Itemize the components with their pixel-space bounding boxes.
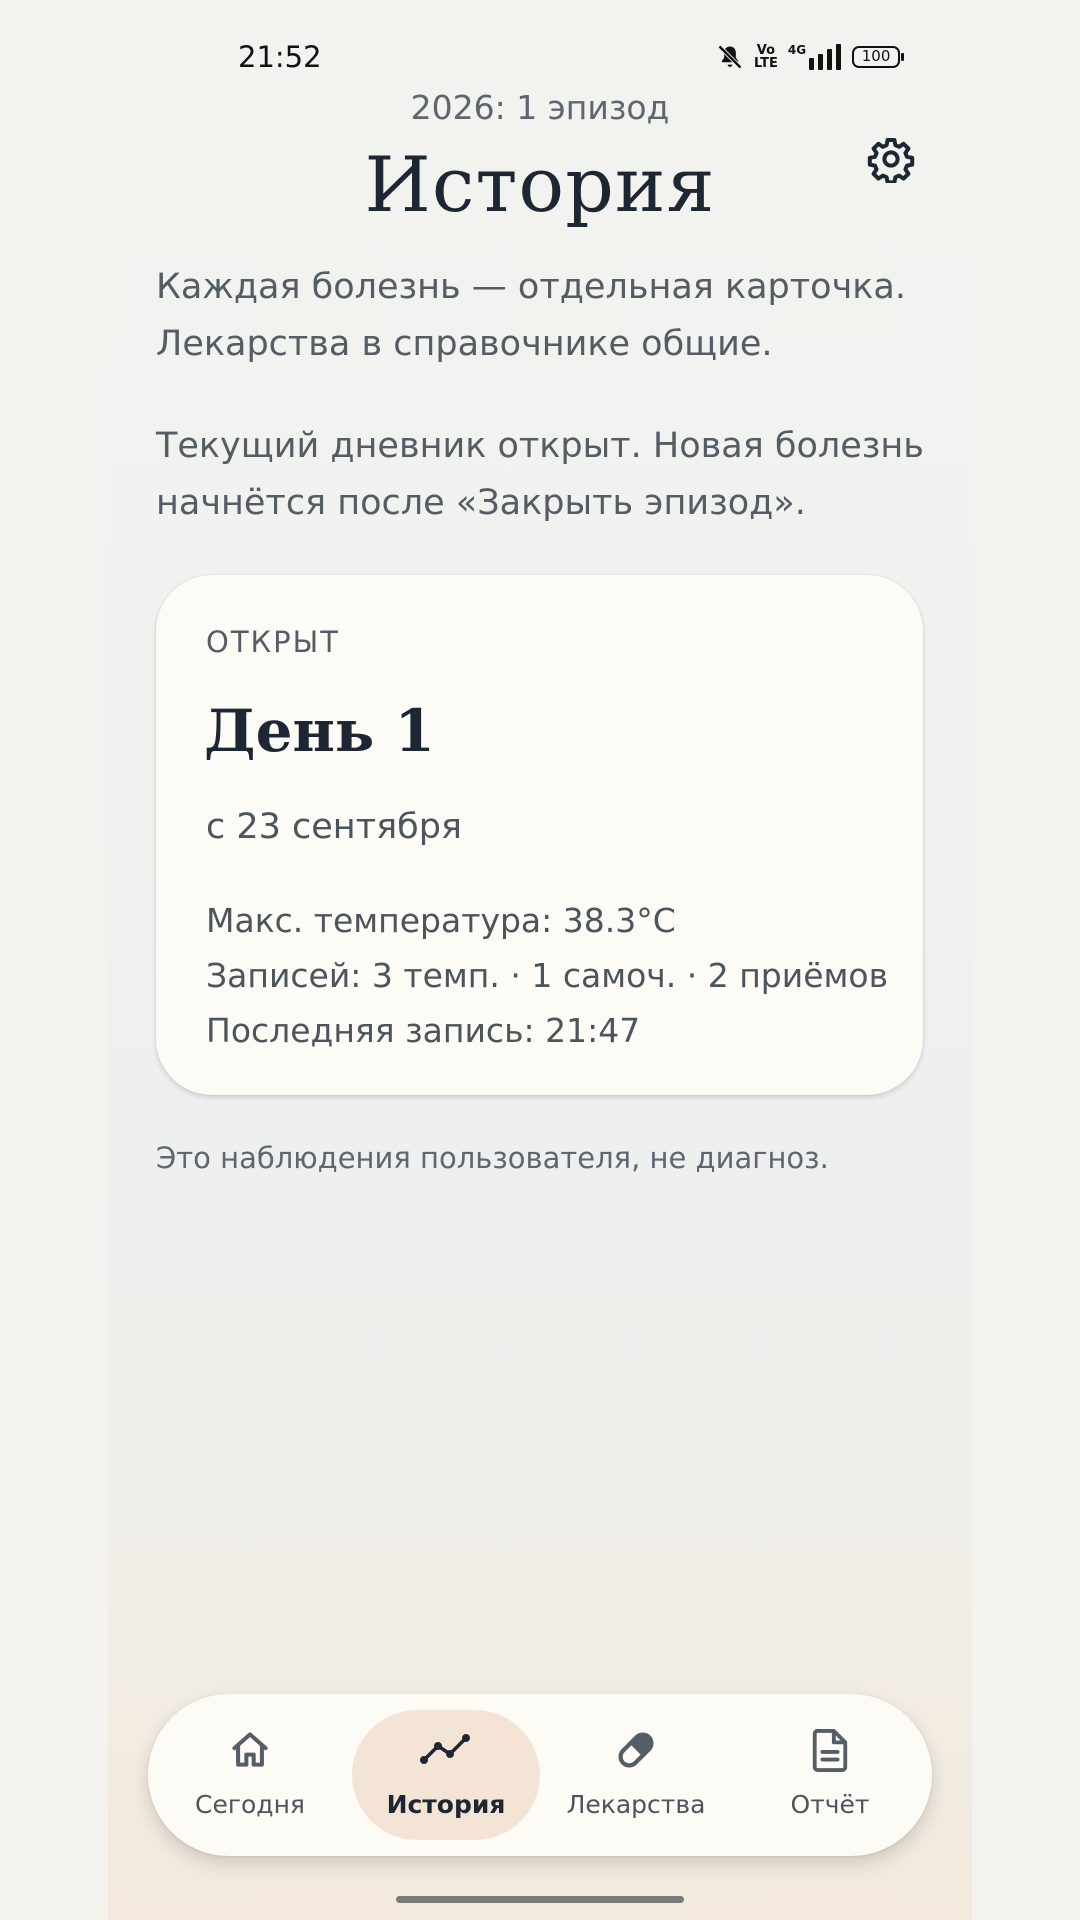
document-icon: [809, 1727, 851, 1777]
current-diary-note: Текущий дневник открыт. Новая болезнь на…: [156, 418, 936, 532]
status-icons: Vo LTE 4G 100: [716, 40, 905, 74]
home-icon: [228, 1728, 272, 1776]
trend-line-icon: [420, 1732, 472, 1772]
nav-label-history: История: [386, 1790, 506, 1819]
status-time: 21:52: [238, 40, 322, 74]
bottom-navigation: Сегодня История Лекарства Отчёт: [148, 1694, 932, 1856]
episode-title: День 1: [204, 697, 435, 765]
intro-line: Текущий дневник открыт. Новая болезнь: [156, 426, 924, 466]
pill-icon: [613, 1727, 659, 1777]
settings-button[interactable]: [864, 134, 918, 188]
intro-line: Каждая болезнь — отдельная карточка.: [156, 267, 906, 307]
home-indicator[interactable]: [396, 1896, 684, 1903]
episode-count: 2026: 1 эпизод: [410, 88, 670, 127]
nav-item-medications[interactable]: Лекарства: [542, 1710, 730, 1840]
disclaimer: Это наблюдения пользователя, не диагноз.: [156, 1141, 829, 1175]
episode-start-date: с 23 сентября: [206, 807, 462, 847]
episode-status-badge: ОТКРЫТ: [206, 625, 340, 659]
nav-item-report[interactable]: Отчёт: [736, 1710, 924, 1840]
gear-icon: [867, 135, 915, 187]
nav-label-medications: Лекарства: [566, 1790, 706, 1819]
episode-stats: Макс. температура: 38.3°C Записей: 3 тем…: [206, 893, 888, 1058]
episode-card[interactable]: ОТКРЫТ День 1 с 23 сентября Макс. темпер…: [156, 575, 923, 1095]
bell-muted-icon: [716, 43, 744, 71]
nav-item-history[interactable]: История: [352, 1710, 540, 1840]
nav-label-report: Отчёт: [790, 1790, 870, 1819]
battery-indicator: 100: [852, 46, 905, 68]
max-temperature: Макс. температура: 38.3°C: [206, 901, 676, 940]
page-title: История: [364, 140, 716, 229]
intro-line: Лекарства в справочнике общие.: [156, 324, 773, 364]
records-summary: Записей: 3 темп. · 1 самоч. · 2 приёмов: [206, 956, 889, 995]
volte-icon: Vo LTE: [754, 44, 778, 70]
network-type-label: 4G: [787, 43, 807, 57]
volte-bottom-label: LTE: [754, 56, 778, 71]
signal-4g-icon: 4G: [788, 44, 842, 70]
last-record: Последняя запись: 21:47: [206, 1011, 641, 1050]
nav-label-today: Сегодня: [195, 1790, 305, 1819]
intro-line: начнётся после «Закрыть эпизод».: [156, 483, 806, 523]
intro-text: Каждая болезнь — отдельная карточка. Лек…: [156, 259, 936, 373]
nav-item-today[interactable]: Сегодня: [156, 1710, 344, 1840]
